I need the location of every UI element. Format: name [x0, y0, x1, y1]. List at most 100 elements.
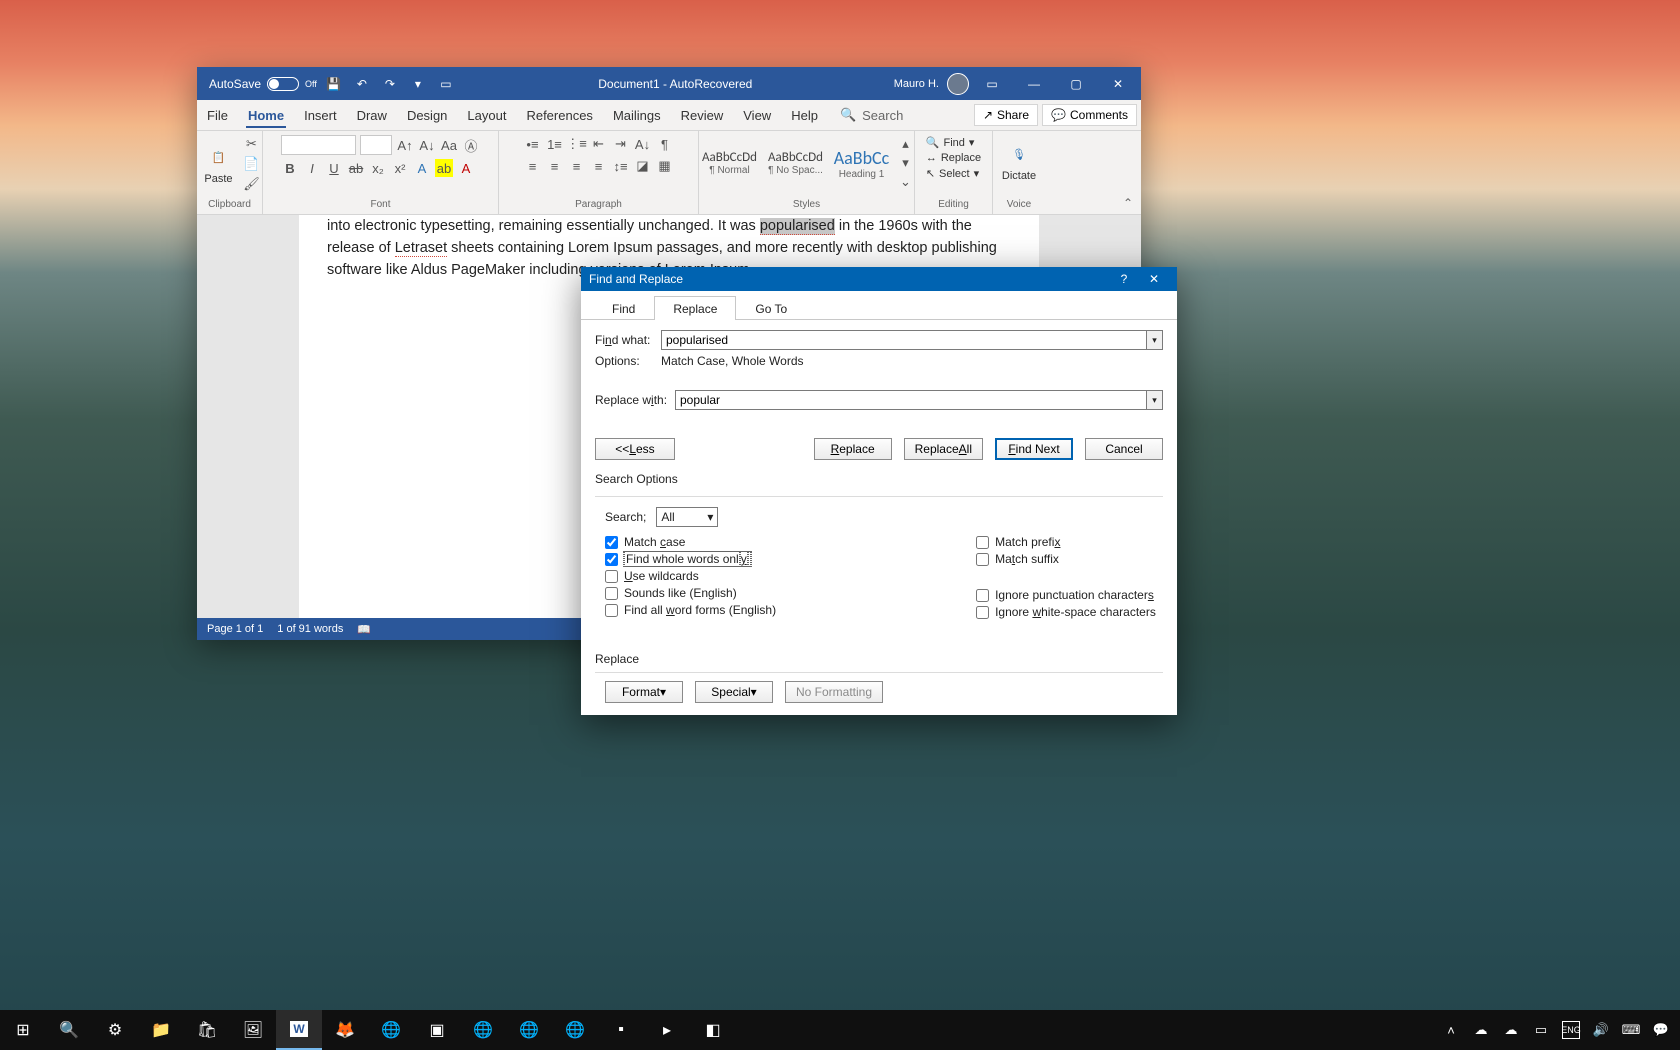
match-case-checkbox[interactable]: Match case — [605, 535, 776, 549]
maximize-icon[interactable]: ▢ — [1057, 67, 1095, 100]
styles-down-icon[interactable]: ▾ — [897, 154, 915, 172]
redo-icon[interactable]: ↷ — [379, 73, 401, 95]
style-heading1[interactable]: AaBbCc Heading 1 — [831, 138, 893, 188]
justify-icon[interactable]: ≡ — [590, 157, 608, 175]
word-button[interactable]: W — [276, 1010, 322, 1050]
tab-help[interactable]: Help — [781, 100, 828, 130]
borders-icon[interactable]: ▦ — [656, 157, 674, 175]
search-button[interactable]: 🔍 — [46, 1010, 92, 1050]
font-name-input[interactable] — [281, 135, 356, 155]
edge-button[interactable]: 🌐 — [460, 1010, 506, 1050]
tab-design[interactable]: Design — [397, 100, 457, 130]
cmd-button[interactable]: ▪ — [598, 1010, 644, 1050]
tab-file[interactable]: File — [197, 100, 238, 130]
find-next-button[interactable]: Find Next — [995, 438, 1073, 460]
word-forms-checkbox[interactable]: Find all word forms (English) — [605, 603, 776, 617]
tray-overflow-icon[interactable]: ˄ — [1442, 1021, 1460, 1039]
decrease-indent-icon[interactable]: ⇤ — [590, 135, 608, 153]
dialog-titlebar[interactable]: Find and Replace ? ✕ — [581, 267, 1177, 291]
paste-button[interactable]: 📋 Paste — [199, 138, 239, 190]
titlebar[interactable]: AutoSave Off 💾 ↶ ↷ ▾ ▭ Document1 - AutoR… — [197, 67, 1141, 100]
replace-button[interactable]: Replace — [814, 438, 892, 460]
font-size-input[interactable] — [360, 135, 392, 155]
chevron-down-icon[interactable]: ▾ — [1147, 390, 1163, 410]
text-effects-icon[interactable]: A — [413, 159, 431, 177]
collapse-ribbon-icon[interactable]: ⌃ — [1123, 196, 1133, 210]
touch-mode-icon[interactable]: ▭ — [435, 73, 457, 95]
ignore-whitespace-checkbox[interactable]: Ignore white-space characters — [976, 605, 1156, 619]
tab-view[interactable]: View — [733, 100, 781, 130]
copy-icon[interactable]: 📄 — [243, 155, 261, 173]
dictate-button[interactable]: 🎙 Dictate — [999, 135, 1039, 187]
cancel-button[interactable]: Cancel — [1085, 438, 1163, 460]
terminal-button[interactable]: ▣ — [414, 1010, 460, 1050]
chrome-button[interactable]: 🌐 — [368, 1010, 414, 1050]
weather-icon[interactable]: ☁ — [1502, 1021, 1520, 1039]
format-painter-icon[interactable]: 🖌 — [243, 175, 261, 193]
line-spacing-icon[interactable]: ↕≡ — [612, 157, 630, 175]
whole-words-checkbox[interactable]: Find whole words only — [605, 552, 776, 566]
app-button[interactable]: ◧ — [690, 1010, 736, 1050]
cut-icon[interactable]: ✂ — [243, 135, 261, 153]
replace-button[interactable]: ↔Replace — [926, 151, 981, 165]
help-icon[interactable]: ? — [1109, 267, 1139, 291]
sort-icon[interactable]: A↓ — [634, 135, 652, 153]
settings-button[interactable]: ⚙ — [92, 1010, 138, 1050]
replace-all-button[interactable]: Replace All — [904, 438, 983, 460]
shading-icon[interactable]: ◪ — [634, 157, 652, 175]
close-icon[interactable]: ✕ — [1099, 67, 1137, 100]
start-button[interactable]: ⊞ — [0, 1010, 46, 1050]
search-direction-select[interactable]: All ▾ — [656, 507, 718, 527]
spellcheck-icon[interactable]: 📖 — [357, 623, 371, 636]
action-center-icon[interactable]: 💬 — [1652, 1021, 1670, 1039]
special-button[interactable]: Special ▾ — [695, 681, 773, 703]
align-right-icon[interactable]: ≡ — [568, 157, 586, 175]
select-button[interactable]: ↖Select▾ — [926, 166, 979, 181]
increase-indent-icon[interactable]: ⇥ — [612, 135, 630, 153]
bullets-icon[interactable]: •≡ — [524, 135, 542, 153]
less-button[interactable]: << Less — [595, 438, 675, 460]
share-button[interactable]: ↗ Share — [974, 104, 1038, 126]
toggle-pill-icon[interactable] — [267, 77, 299, 91]
no-formatting-button[interactable]: No Formatting — [785, 681, 883, 703]
styles-up-icon[interactable]: ▴ — [897, 135, 915, 153]
align-center-icon[interactable]: ≡ — [546, 157, 564, 175]
numbering-icon[interactable]: 1≡ — [546, 135, 564, 153]
network-icon[interactable]: ▭ — [1532, 1021, 1550, 1039]
edge-dev-button[interactable]: 🌐 — [552, 1010, 598, 1050]
increase-font-icon[interactable]: A↑ — [396, 136, 414, 154]
tab-layout[interactable]: Layout — [457, 100, 516, 130]
sounds-like-checkbox[interactable]: Sounds like (English) — [605, 586, 776, 600]
replace-with-input[interactable] — [675, 390, 1147, 410]
dialog-tab-replace[interactable]: Replace — [654, 296, 736, 320]
autosave-toggle[interactable]: AutoSave Off — [209, 77, 317, 91]
volume-icon[interactable]: 🔊 — [1592, 1021, 1610, 1039]
photos-button[interactable]: 🖼 — [230, 1010, 276, 1050]
word-count[interactable]: 1 of 91 words — [277, 623, 343, 635]
find-button[interactable]: 🔍Find▾ — [926, 135, 975, 150]
wildcards-checkbox[interactable]: Use wildcards — [605, 569, 776, 583]
ribbon-display-icon[interactable]: ▭ — [973, 67, 1011, 100]
align-left-icon[interactable]: ≡ — [524, 157, 542, 175]
ignore-punctuation-checkbox[interactable]: Ignore punctuation characters — [976, 588, 1156, 602]
language-icon[interactable]: ENG — [1562, 1021, 1580, 1039]
tab-draw[interactable]: Draw — [347, 100, 397, 130]
match-suffix-checkbox[interactable]: Match suffix — [976, 552, 1156, 566]
powershell-button[interactable]: ▸ — [644, 1010, 690, 1050]
onedrive-icon[interactable]: ☁ — [1472, 1021, 1490, 1039]
minimize-icon[interactable]: — — [1015, 67, 1053, 100]
subscript-icon[interactable]: x₂ — [369, 159, 387, 177]
show-marks-icon[interactable]: ¶ — [656, 135, 674, 153]
tell-me-search[interactable]: 🔍 Search — [828, 107, 915, 123]
superscript-icon[interactable]: x² — [391, 159, 409, 177]
edge-beta-button[interactable]: 🌐 — [506, 1010, 552, 1050]
strikethrough-icon[interactable]: ab — [347, 159, 365, 177]
underline-icon[interactable]: U — [325, 159, 343, 177]
avatar[interactable] — [947, 73, 969, 95]
style-no-spacing[interactable]: AaBbCcDd ¶ No Spac... — [765, 138, 827, 188]
store-button[interactable]: 🛍 — [184, 1010, 230, 1050]
firefox-button[interactable]: 🦊 — [322, 1010, 368, 1050]
dialog-tab-goto[interactable]: Go To — [736, 296, 806, 320]
bold-icon[interactable]: B — [281, 159, 299, 177]
italic-icon[interactable]: I — [303, 159, 321, 177]
